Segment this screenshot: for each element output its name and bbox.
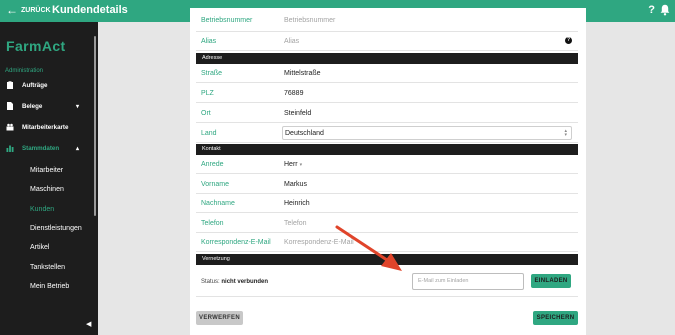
chevron-up-icon: ▴ (76, 145, 80, 152)
status-prefix: Status: (201, 279, 220, 285)
sidebar-subitem-maschinen[interactable]: Maschinen (30, 186, 64, 193)
form-row-anrede: Anrede Herr ▾ (196, 155, 578, 174)
form-row-strasse: Straße Mittelstraße (196, 64, 578, 83)
field-label: PLZ (201, 90, 214, 97)
form-row-alias: Alias Alias ? (196, 32, 578, 51)
chart-bars-icon (6, 145, 14, 152)
sidebar-subitem-artikel[interactable]: Artikel (30, 244, 49, 251)
form-row-ort: Ort Steinfeld (196, 104, 578, 123)
sidebar-section-administration: Administration (5, 68, 44, 74)
form-row-nachname: Nachname Heinrich (196, 194, 578, 213)
sidebar-item-label: Stammdaten (22, 144, 60, 152)
select-caret-icon: ▴ ▾ (564, 128, 567, 138)
chevron-down-icon: ▾ (76, 103, 80, 110)
sidebar-item-label: Belege (22, 102, 43, 110)
field-label: Ort (201, 110, 211, 117)
sidebar: FarmAct Administration Aufträge Belege ▾… (0, 22, 98, 335)
form-row-vorname: Vorname Markus (196, 175, 578, 194)
back-button[interactable]: ← ZURÜCK (6, 3, 51, 17)
field-label: Land (201, 130, 217, 137)
land-select[interactable]: Deutschland ▴ ▾ (282, 126, 572, 140)
clipboard-icon (7, 81, 13, 89)
telefon-input[interactable]: Telefon (284, 220, 307, 227)
anrede-select[interactable]: Herr ▾ (284, 161, 302, 168)
field-label: Anrede (201, 161, 224, 168)
form-row-korrespondenz-email: Korrespondenz-E-Mail Korrespondenz-E-Mai… (196, 233, 578, 252)
betriebsnummer-input[interactable]: Betriebsnummer (284, 17, 335, 24)
field-label: Betriebsnummer (201, 17, 253, 24)
help-icon[interactable]: ? (648, 4, 655, 16)
sidebar-item-label: Aufträge (22, 81, 48, 89)
divider (196, 296, 578, 297)
app-logo: FarmAct (6, 38, 66, 54)
bell-icon[interactable] (660, 4, 670, 16)
sidebar-subitem-mein-betrieb[interactable]: Mein Betrieb (30, 283, 69, 290)
sidebar-scrollbar[interactable] (94, 36, 96, 216)
form-row-betriebsnummer: Betriebsnummer Betriebsnummer (196, 13, 578, 32)
vorname-input[interactable]: Markus (284, 181, 307, 188)
sidebar-item-label: Mitarbeiterkarte (22, 123, 69, 131)
collapse-sidebar-icon[interactable]: ◀ (86, 320, 91, 328)
korrespondenz-email-input[interactable]: Korrespondenz-E-Mail (284, 239, 354, 246)
ort-input[interactable]: Steinfeld (284, 110, 311, 117)
discard-button[interactable]: VERWERFEN (196, 311, 243, 325)
field-label: Vorname (201, 181, 230, 188)
form-row-telefon: Telefon Telefon (196, 214, 578, 233)
section-header-vernetzung: Vernetzung (196, 254, 578, 265)
field-label: Straße (201, 70, 223, 77)
form-row-land: Land Deutschland ▴ ▾ (196, 124, 578, 143)
caret-down-icon: ▾ (299, 162, 303, 168)
section-header-kontakt: Kontakt (196, 144, 578, 155)
page-title: Kundendetails (52, 4, 128, 16)
land-selected-value: Deutschland (285, 130, 324, 137)
plz-input[interactable]: 76889 (284, 90, 303, 97)
sidebar-subitem-tankstellen[interactable]: Tankstellen (30, 264, 65, 271)
sidebar-subitem-mitarbeiter[interactable]: Mitarbeiter (30, 167, 63, 174)
status-badge: nicht verbunden (221, 279, 269, 285)
invite-email-input[interactable]: E-Mail zum Einladen (412, 273, 524, 290)
strasse-input[interactable]: Mittelstraße (284, 70, 321, 77)
invite-button[interactable]: EINLADEN (531, 274, 571, 288)
document-icon (7, 102, 13, 110)
anrede-value: Herr (284, 161, 298, 168)
sidebar-subitem-dienstleistungen[interactable]: Dienstleistungen (30, 225, 82, 232)
connection-status: Status: nicht verbunden (201, 279, 268, 285)
save-button[interactable]: SPEICHERN (533, 311, 578, 325)
info-icon[interactable]: ? (565, 37, 572, 44)
field-label: Telefon (201, 220, 224, 227)
form-row-plz: PLZ 76889 (196, 84, 578, 103)
field-label: Alias (201, 38, 217, 45)
sidebar-subitem-kunden[interactable]: Kunden (30, 206, 54, 213)
field-label: Nachname (201, 200, 235, 207)
field-label: Korrespondenz-E-Mail (201, 239, 271, 246)
alias-input[interactable]: Alias (284, 38, 299, 45)
arrow-left-icon: ← (6, 3, 18, 17)
people-map-icon (6, 123, 14, 131)
back-label: ZURÜCK (21, 6, 51, 14)
nachname-input[interactable]: Heinrich (284, 200, 310, 207)
section-header-adresse: Adresse (196, 53, 578, 64)
